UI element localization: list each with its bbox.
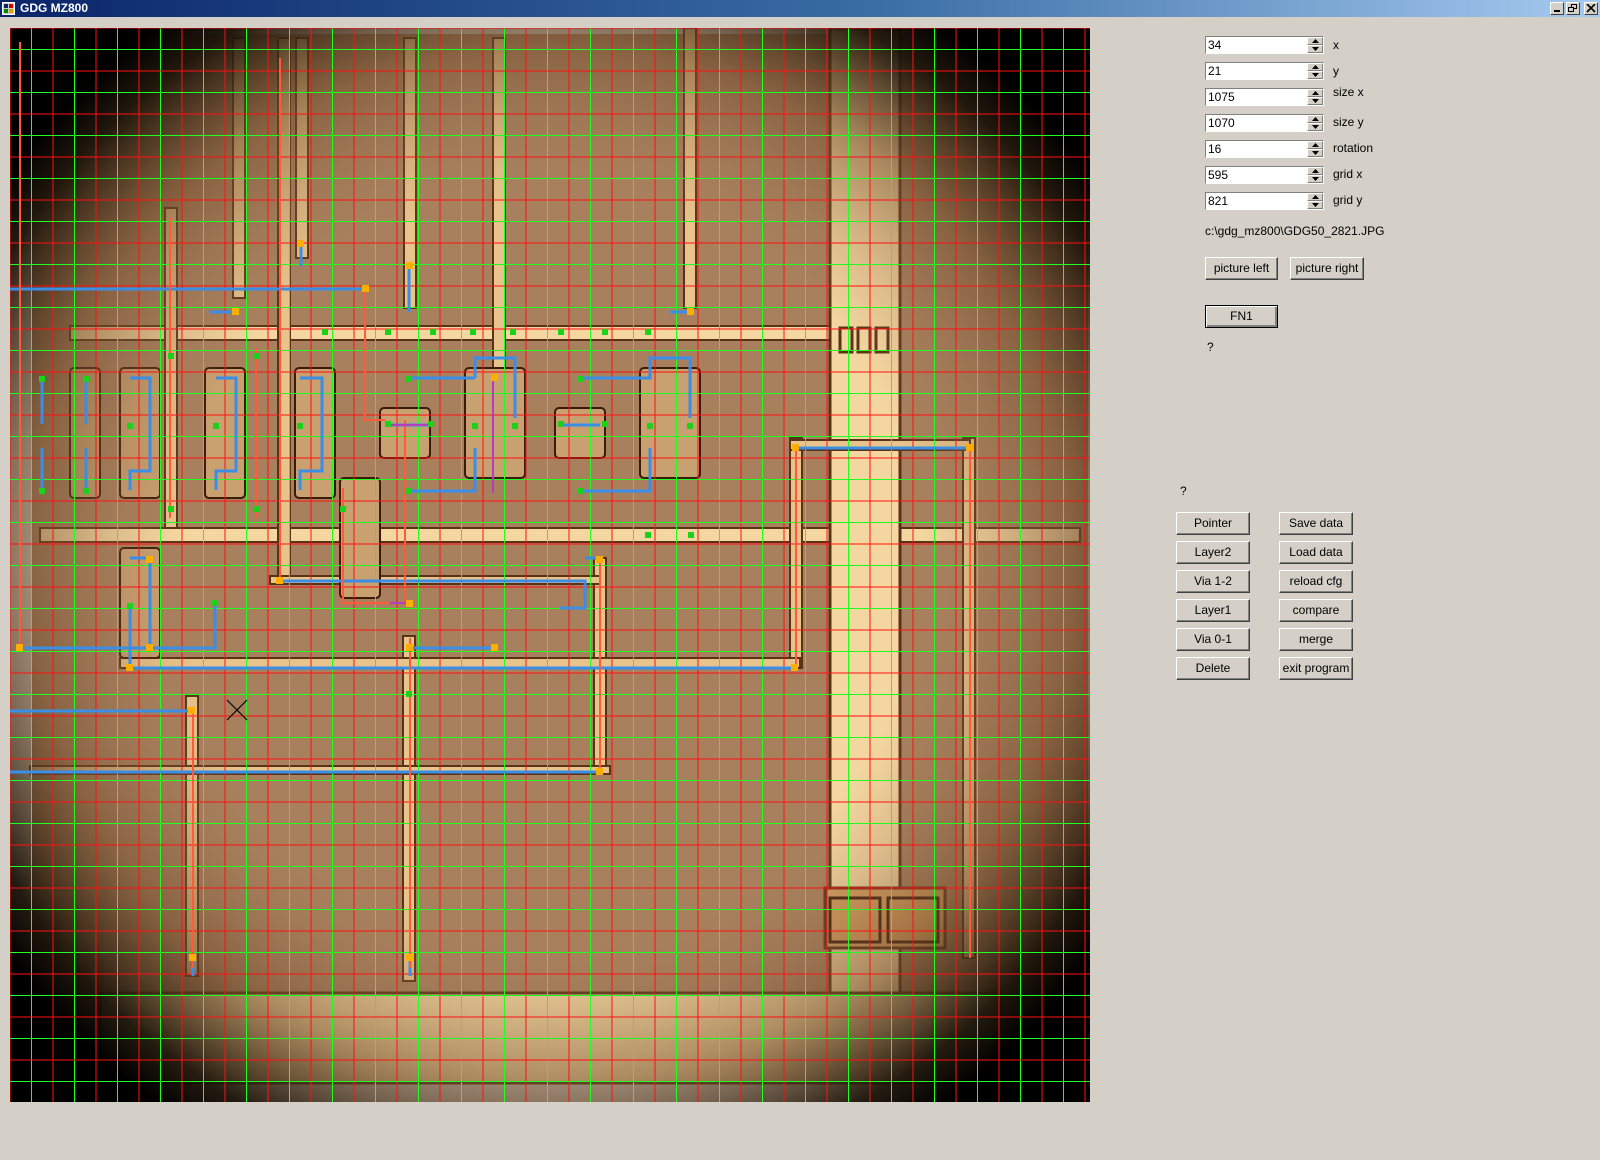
restore-icon <box>1568 4 1577 12</box>
minimize-icon <box>1554 10 1560 12</box>
x-label: x <box>1333 38 1339 52</box>
save-data-button[interactable]: Save data <box>1279 512 1353 535</box>
y-spinbox[interactable] <box>1205 62 1324 80</box>
status-label-2: ? <box>1180 484 1187 498</box>
grid-y-input[interactable] <box>1208 194 1304 208</box>
spin-down-button[interactable] <box>1307 123 1323 131</box>
picture-right-button[interactable]: picture right <box>1290 257 1364 280</box>
status-label-1: ? <box>1207 340 1214 354</box>
arrow-down-icon <box>1312 73 1319 77</box>
spin-down-button[interactable] <box>1307 45 1323 53</box>
close-icon <box>1586 4 1596 13</box>
y-input[interactable] <box>1208 64 1304 78</box>
arrow-down-icon <box>1312 99 1319 103</box>
size-x-spinbox[interactable] <box>1205 88 1324 106</box>
fn1-button[interactable]: FN1 <box>1205 305 1278 328</box>
layer1-tool-button[interactable]: Layer1 <box>1176 599 1250 622</box>
minimize-button[interactable] <box>1550 2 1564 15</box>
arrow-up-icon <box>1312 65 1319 69</box>
arrow-up-icon <box>1312 195 1319 199</box>
size-x-input[interactable] <box>1208 90 1304 104</box>
spin-down-button[interactable] <box>1307 97 1323 105</box>
app-icon <box>2 2 15 15</box>
load-data-button[interactable]: Load data <box>1279 541 1353 564</box>
arrow-up-icon <box>1312 169 1319 173</box>
size-y-input[interactable] <box>1208 116 1304 130</box>
close-button[interactable] <box>1584 2 1598 15</box>
restore-button[interactable] <box>1566 2 1580 15</box>
spin-down-button[interactable] <box>1307 149 1323 157</box>
size-y-label: size y <box>1333 115 1364 129</box>
rotation-spinbox[interactable] <box>1205 140 1324 158</box>
arrow-down-icon <box>1312 203 1319 207</box>
grid-y-spinbox[interactable] <box>1205 192 1324 210</box>
spin-up-button[interactable] <box>1307 37 1323 45</box>
arrow-down-icon <box>1312 125 1319 129</box>
arrow-down-icon <box>1312 177 1319 181</box>
arrow-down-icon <box>1312 151 1319 155</box>
spin-down-button[interactable] <box>1307 201 1323 209</box>
size-x-label: size x <box>1333 85 1364 99</box>
title-bar: GDG MZ800 <box>0 0 1600 17</box>
rotation-input[interactable] <box>1208 142 1304 156</box>
spin-up-button[interactable] <box>1307 63 1323 71</box>
via-1-2-tool-button[interactable]: Via 1-2 <box>1176 570 1250 593</box>
grid-x-spinbox[interactable] <box>1205 166 1324 184</box>
via-0-1-tool-button[interactable]: Via 0-1 <box>1176 628 1250 651</box>
spin-up-button[interactable] <box>1307 193 1323 201</box>
arrow-up-icon <box>1312 117 1319 121</box>
exit-program-button[interactable]: exit program <box>1279 657 1353 680</box>
grid-x-input[interactable] <box>1208 168 1304 182</box>
die-image-canvas[interactable] <box>10 28 1090 1102</box>
arrow-down-icon <box>1312 47 1319 51</box>
merge-button[interactable]: merge <box>1279 628 1353 651</box>
spin-up-button[interactable] <box>1307 115 1323 123</box>
rotation-label: rotation <box>1333 141 1374 155</box>
arrow-up-icon <box>1312 91 1319 95</box>
spin-down-button[interactable] <box>1307 71 1323 79</box>
delete-tool-button[interactable]: Delete <box>1176 657 1250 680</box>
y-label: y <box>1333 64 1339 78</box>
layer2-tool-button[interactable]: Layer2 <box>1176 541 1250 564</box>
x-spinbox[interactable] <box>1205 36 1324 54</box>
spin-up-button[interactable] <box>1307 89 1323 97</box>
picture-left-button[interactable]: picture left <box>1205 257 1278 280</box>
grid-x-spinner[interactable] <box>1307 167 1323 183</box>
compare-button[interactable]: compare <box>1279 599 1353 622</box>
spin-up-button[interactable] <box>1307 141 1323 149</box>
size-y-spinner[interactable] <box>1307 115 1323 131</box>
reload-cfg-button[interactable]: reload cfg <box>1279 570 1353 593</box>
size-x-spinner[interactable] <box>1307 89 1323 105</box>
x-input[interactable] <box>1208 38 1304 52</box>
file-path-label: c:\gdg_mz800\GDG50_2821.JPG <box>1205 224 1385 238</box>
window-title: GDG MZ800 <box>20 1 89 15</box>
spin-down-button[interactable] <box>1307 175 1323 183</box>
x-spinner[interactable] <box>1307 37 1323 53</box>
rotation-spinner[interactable] <box>1307 141 1323 157</box>
size-y-spinbox[interactable] <box>1205 114 1324 132</box>
arrow-up-icon <box>1312 143 1319 147</box>
grid-y-spinner[interactable] <box>1307 193 1323 209</box>
arrow-up-icon <box>1312 39 1319 43</box>
y-spinner[interactable] <box>1307 63 1323 79</box>
pointer-tool-button[interactable]: Pointer <box>1176 512 1250 535</box>
grid-x-label: grid x <box>1333 167 1363 181</box>
grid-y-label: grid y <box>1333 193 1363 207</box>
spin-up-button[interactable] <box>1307 167 1323 175</box>
